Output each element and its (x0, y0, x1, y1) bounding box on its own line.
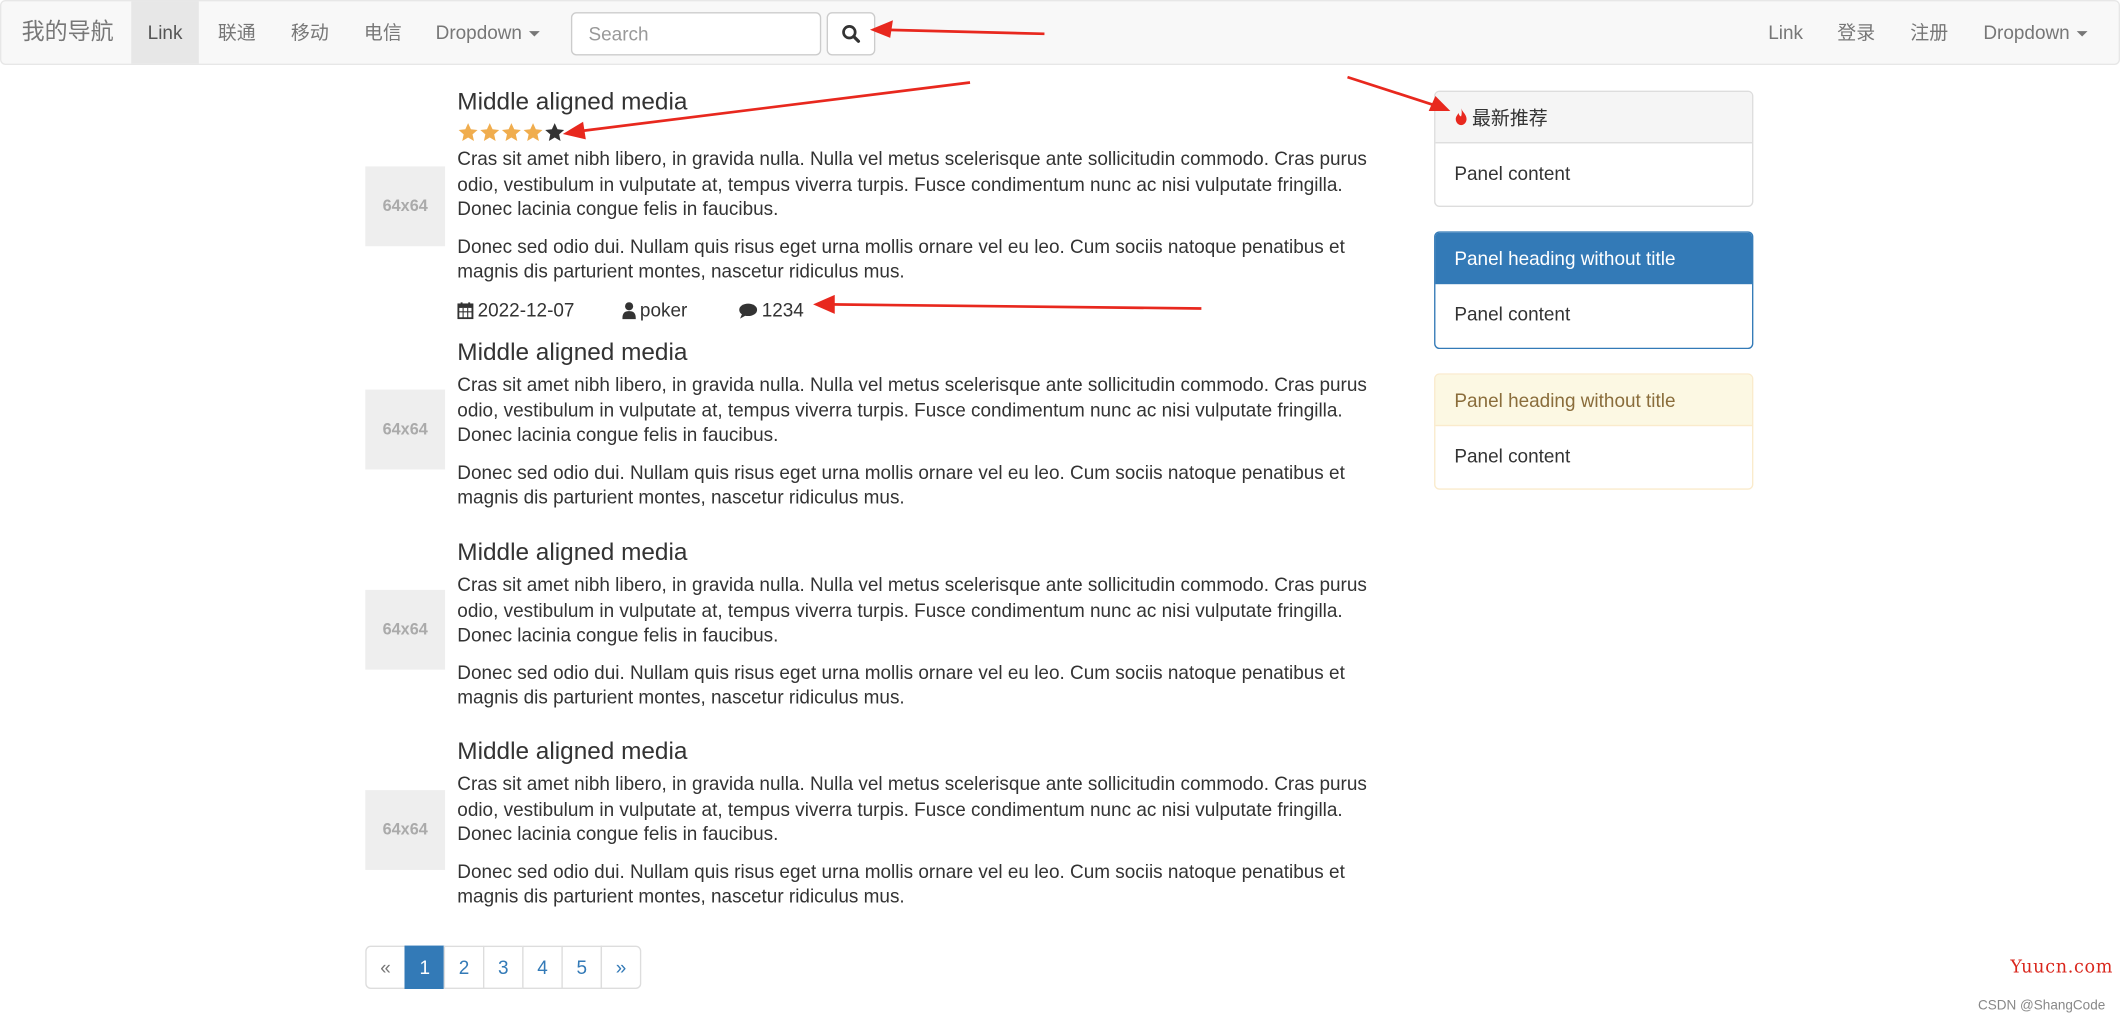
nav-link-telecom[interactable]: 电信 (364, 1, 402, 63)
media-meta: 2022-12-07 poker 1234 (457, 296, 1391, 323)
nav-register[interactable]: 注册 (1910, 1, 1948, 63)
panel-heading: Panel heading without title (1435, 232, 1753, 285)
meta-comments: 1234 (739, 296, 804, 323)
pagination-next[interactable]: » (600, 945, 642, 989)
media-paragraph: Donec sed odio dui. Nullam quis risus eg… (457, 860, 1345, 907)
meta-date-text: 2022-12-07 (477, 298, 575, 321)
pagination: « 1 2 3 4 5 » (365, 945, 642, 989)
star-filled-icon (523, 123, 543, 141)
fire-icon (1455, 108, 1467, 126)
panel-heading: Panel heading without title (1435, 374, 1753, 427)
panel-recommend: 最新推荐 Panel content (1434, 90, 1754, 207)
star-filled-icon (501, 123, 521, 141)
media-paragraph: Cras sit amet nibh libero, in gravida nu… (457, 772, 1367, 845)
watermark-site: Yuucn.com (2010, 957, 2114, 979)
nav-dropdown-left[interactable]: Dropdown (436, 1, 540, 63)
media-paragraph: Cras sit amet nibh libero, in gravida nu… (457, 147, 1367, 220)
meta-author: poker (622, 296, 687, 323)
pagination-prev[interactable]: « (365, 945, 406, 989)
media-heading: Middle aligned media (457, 87, 688, 115)
nav-link-right[interactable]: Link (1768, 1, 1803, 63)
media-heading: Middle aligned media (457, 338, 688, 366)
media-paragraph: Cras sit amet nibh libero, in gravida nu… (457, 373, 1367, 446)
caret-down-icon (2076, 31, 2088, 37)
star-filled-icon (458, 123, 478, 141)
media-thumbnail: 64x64 (365, 589, 446, 670)
panel-title: 最新推荐 (1471, 106, 1548, 129)
pagination-page-1[interactable]: 1 (404, 945, 446, 989)
media-paragraph: Donec sed odio dui. Nullam quis risus eg… (457, 661, 1345, 709)
nav-link-unicom[interactable]: 联通 (218, 1, 256, 63)
meta-comments-text: 1234 (761, 298, 804, 321)
panel-primary: Panel heading without title Panel conten… (1434, 231, 1754, 350)
star-rating (457, 122, 1391, 144)
nav-link-mobile[interactable]: 移动 (291, 1, 329, 63)
navbar: 我的导航 Link 联通 移动 电信 Dropdown Link 登录 注册 D… (0, 0, 2120, 65)
calendar-icon (457, 302, 474, 320)
nav-link-link[interactable]: Link (131, 1, 199, 64)
nav-login[interactable]: 登录 (1837, 1, 1875, 63)
media-heading: Middle aligned media (457, 737, 688, 765)
search-button[interactable] (826, 12, 876, 56)
pagination-page-3[interactable]: 3 (482, 945, 524, 989)
media-body: Middle aligned media Cras sit amet nibh … (457, 87, 1391, 324)
user-icon (622, 302, 636, 320)
pagination-page-5[interactable]: 5 (561, 945, 603, 989)
nav-dropdown-right-label: Dropdown (1983, 21, 2070, 44)
media-body: Middle aligned media Cras sit amet nibh … (457, 736, 1391, 921)
navbar-brand[interactable]: 我的导航 (22, 1, 114, 63)
panel-heading: 最新推荐 (1435, 91, 1753, 144)
pagination-page-4[interactable]: 4 (522, 945, 563, 989)
star-filled-icon (480, 123, 500, 141)
panel-body: Panel content (1454, 162, 1571, 184)
media-paragraph: Donec sed odio dui. Nullam quis risus eg… (457, 235, 1345, 282)
media-paragraph: Donec sed odio dui. Nullam quis risus eg… (457, 461, 1345, 508)
panel-body: Panel content (1454, 303, 1571, 325)
search-icon (842, 25, 861, 43)
media-body: Middle aligned media Cras sit amet nibh … (457, 537, 1391, 722)
nav-dropdown-left-label: Dropdown (435, 21, 522, 44)
panel-body: Panel content (1454, 445, 1571, 467)
media-paragraph: Cras sit amet nibh libero, in gravida nu… (457, 573, 1367, 646)
panel-warning: Panel heading without title Panel conten… (1434, 373, 1754, 490)
meta-date: 2022-12-07 (457, 296, 574, 323)
meta-author-text: poker (639, 298, 688, 321)
media-thumbnail: 64x64 (365, 790, 446, 870)
media-thumbnail: 64x64 (365, 166, 446, 247)
star-empty-icon (545, 123, 565, 141)
nav-dropdown-right[interactable]: Dropdown (1983, 1, 2088, 63)
page-root: 我的导航 Link 联通 移动 电信 Dropdown Link 登录 注册 D… (0, 0, 2120, 1027)
search-input[interactable] (570, 12, 822, 56)
media-thumbnail: 64x64 (365, 389, 446, 470)
caret-down-icon (528, 31, 540, 37)
media-heading: Middle aligned media (457, 538, 688, 566)
pagination-page-2[interactable]: 2 (443, 945, 485, 989)
watermark-credit: CSDN @ShangCode (1977, 998, 2106, 1014)
comment-icon (739, 303, 758, 319)
media-body: Middle aligned media Cras sit amet nibh … (457, 337, 1391, 522)
